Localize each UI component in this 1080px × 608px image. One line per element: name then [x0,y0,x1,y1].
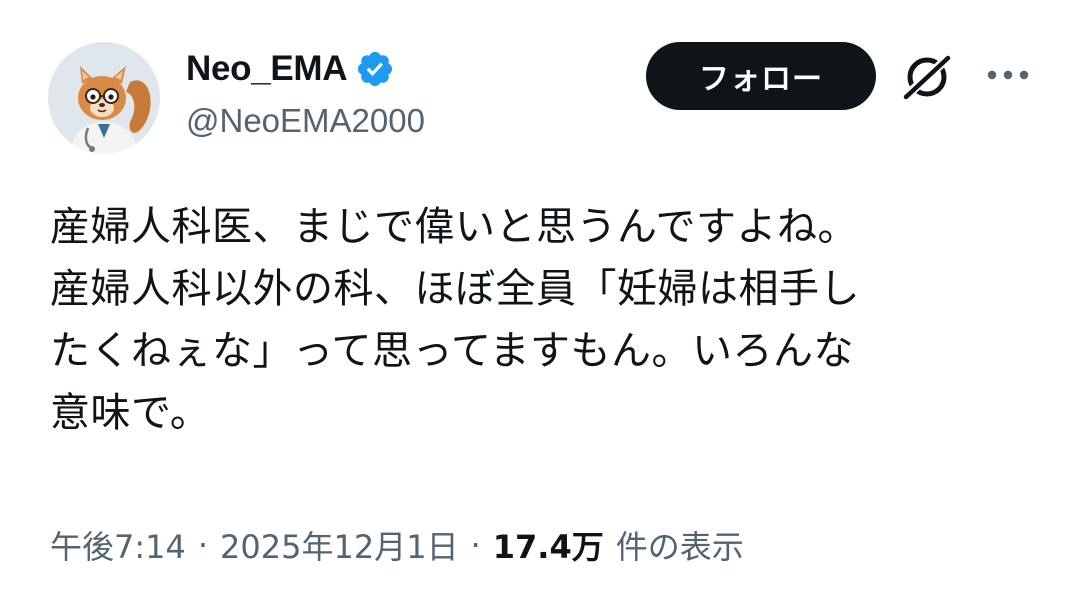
meta-separator: · [470,526,481,564]
tweet-text-line: 意味で。 [50,390,211,436]
grok-icon[interactable] [898,50,956,104]
tweet-text-line: 産婦人科以外の科、ほぼ全員「妊婦は相手し [50,266,860,312]
author-display-name[interactable]: Neo_EMA [186,49,348,89]
author-handle[interactable]: @NeoEMA2000 [186,102,425,140]
views-label: 件の表示 [615,528,744,566]
more-options-icon[interactable] [984,60,1032,90]
tweet-time: 午後7:14 [50,528,186,566]
follow-button[interactable]: フォロー [646,42,876,110]
verified-badge-icon[interactable] [355,49,395,89]
tweet-meta: 午後7:14 · 2025年12月1日 · 17.4万 件の表示 [50,522,744,568]
squirrel-doctor-avatar-image [48,42,160,154]
views-link[interactable]: 17.4万 件の表示 [493,522,744,568]
timestamp-link[interactable]: 午後7:14 · 2025年12月1日 [50,522,459,568]
tweet-text-line: 産婦人科医、まじで偉いと思うんですよね。 [50,204,858,250]
tweet-date: 2025年12月1日 [220,528,459,566]
tweet-text-line: たくねぇな」って思ってますもん。いろんな [50,328,854,374]
author-name-row: Neo_EMA [186,44,395,94]
meta-separator: · [197,526,209,564]
avatar[interactable] [48,42,160,154]
views-count: 17.4万 [492,528,604,566]
tweet-text: 産婦人科医、まじで偉いと思うんですよね。 産婦人科以外の科、ほぼ全員「妊婦は相手… [50,196,1050,444]
